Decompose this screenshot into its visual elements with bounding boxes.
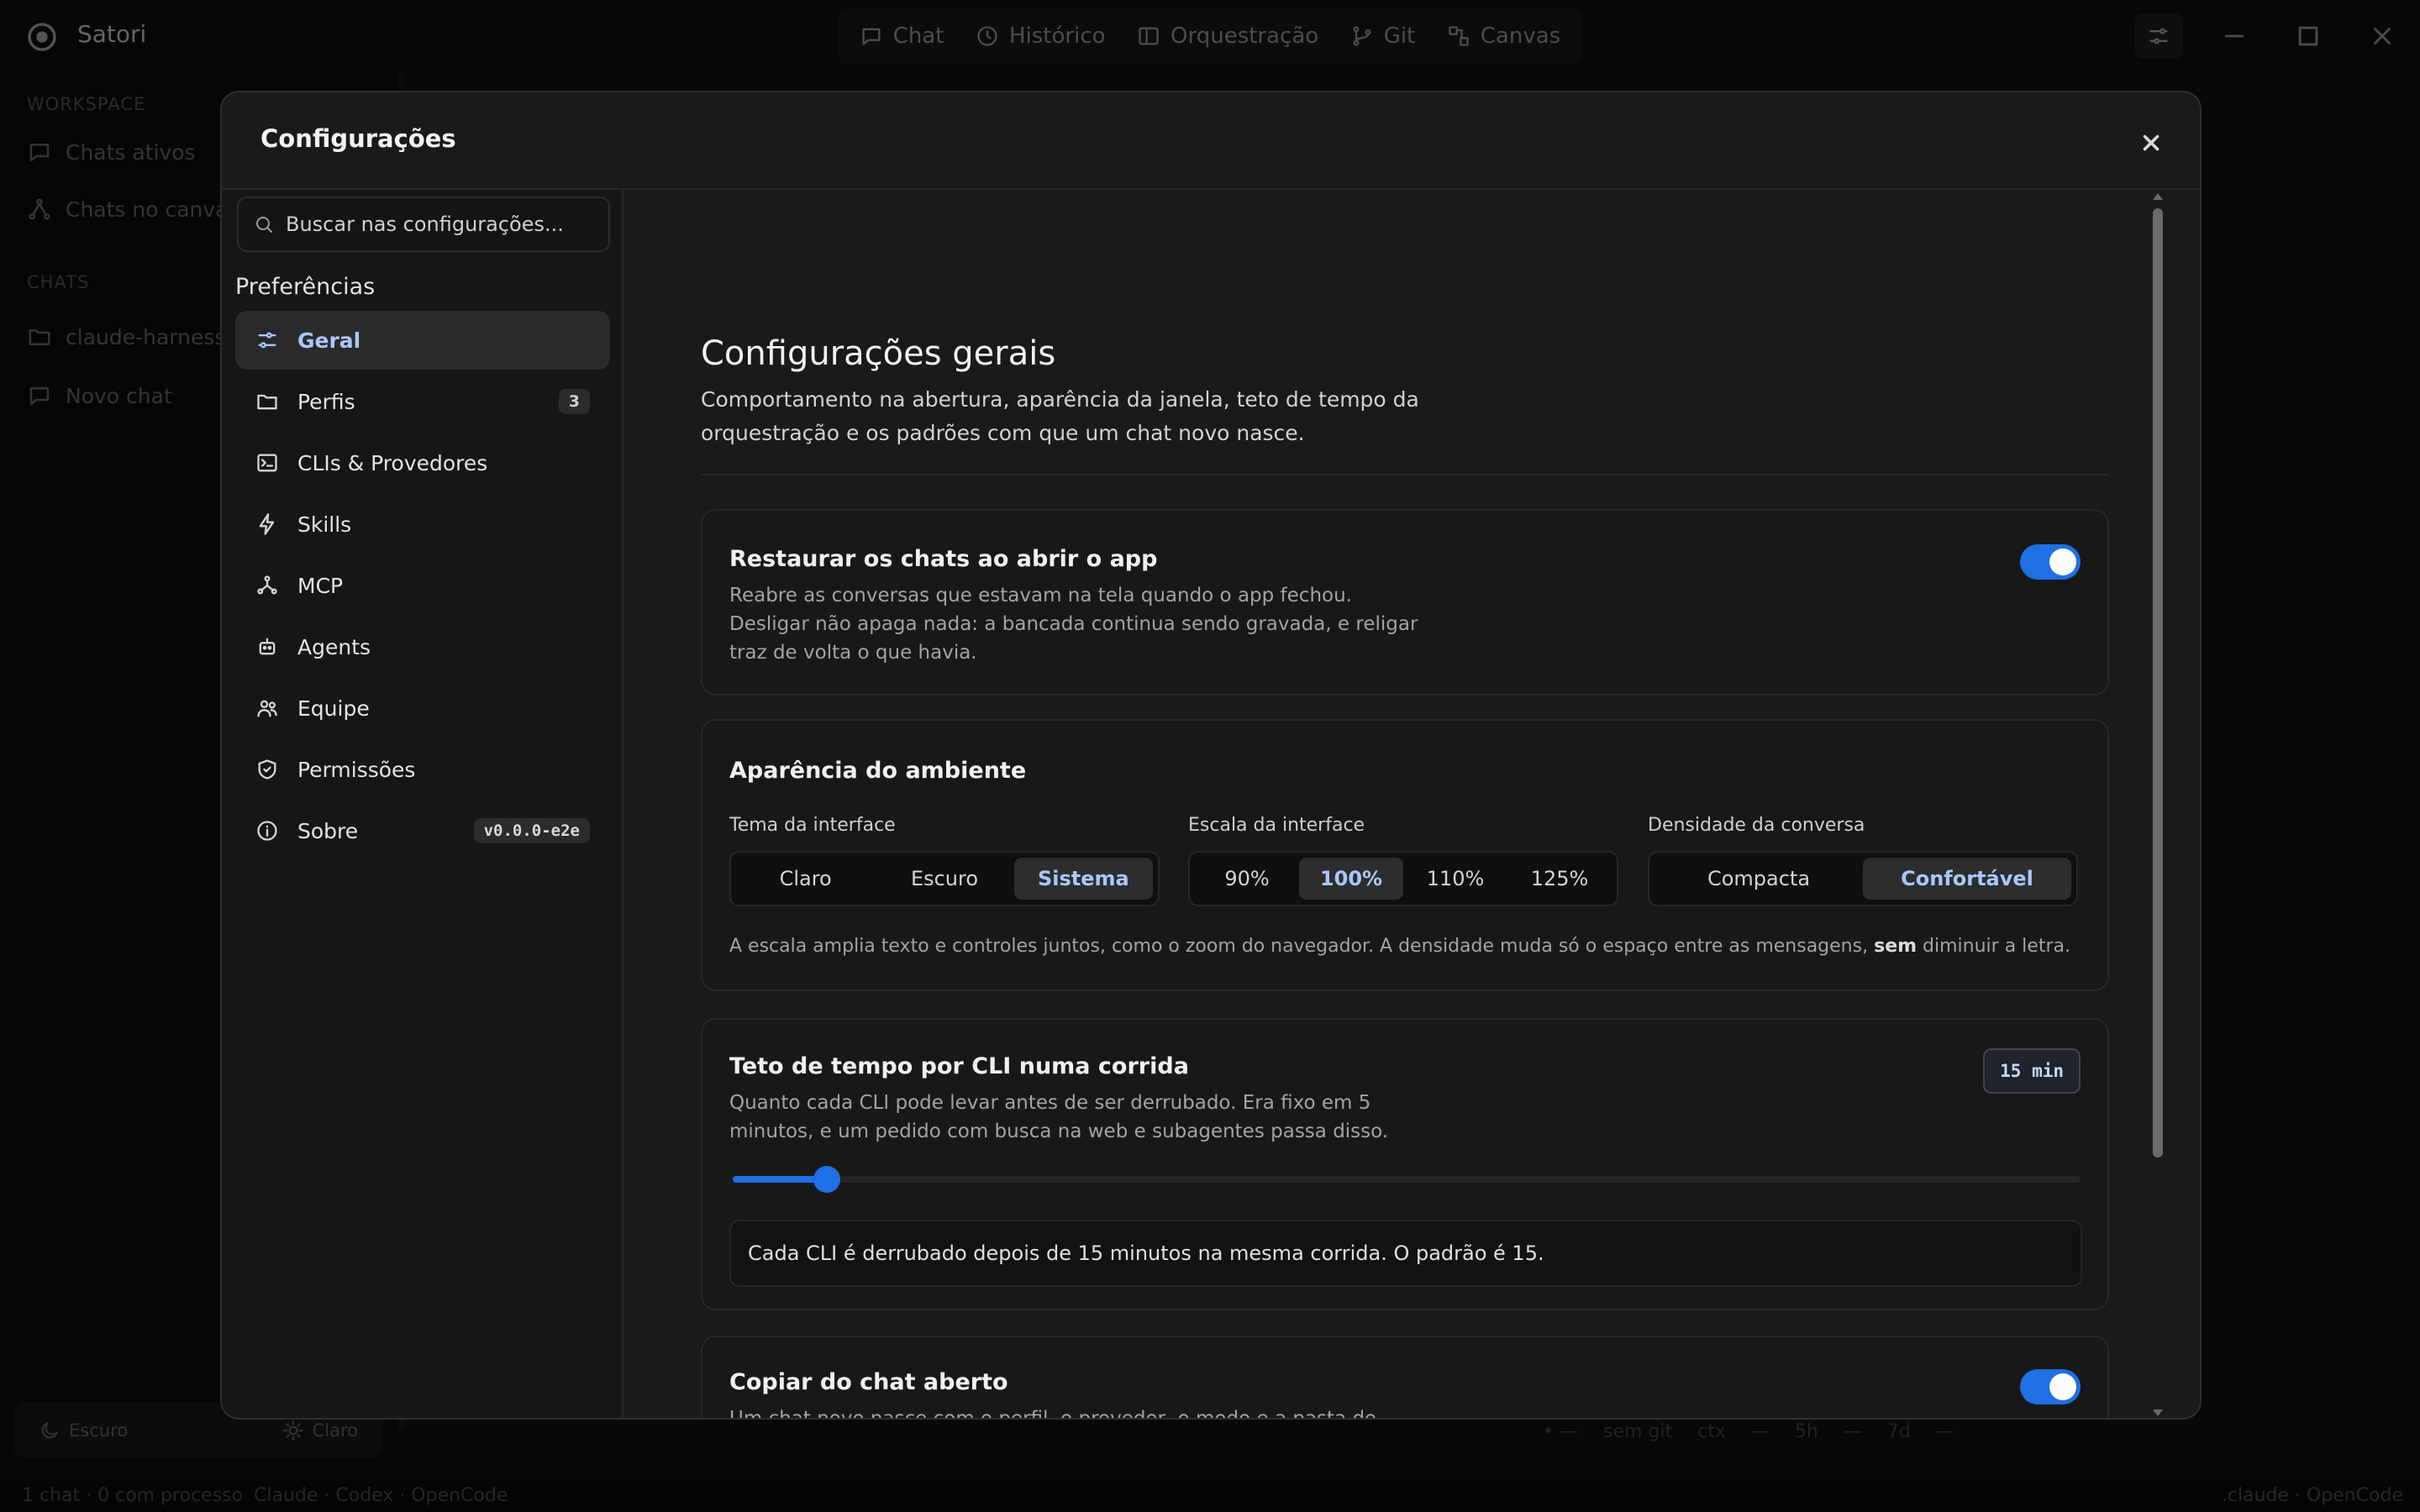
search-input[interactable] <box>286 213 588 236</box>
nav-item-label: Permissões <box>297 757 416 782</box>
density-option-comfortable[interactable]: Confortável <box>1863 858 2071 900</box>
toggle-knob <box>2049 1373 2076 1400</box>
scroll-up-icon[interactable] <box>2153 193 2163 200</box>
density-segmented-control: Compacta Confortável <box>1648 851 2078 906</box>
users-icon <box>257 700 277 717</box>
nav-item-profiles[interactable]: Perfis 3 <box>235 372 610 431</box>
nav-item-general[interactable]: Geral <box>235 311 610 370</box>
scale-option-90[interactable]: 90% <box>1195 858 1299 900</box>
card-title: Aparência do ambiente <box>729 758 1027 784</box>
note-text: A escala amplia texto e controles juntos… <box>729 936 1869 957</box>
nav-item-permissions[interactable]: Permissões <box>235 740 610 799</box>
robot-icon <box>259 638 276 655</box>
scroll-down-icon[interactable] <box>2153 1410 2163 1416</box>
scale-segmented-control: 90% 100% 110% 125% <box>1188 851 1618 906</box>
cli-timeout-card: Teto de tempo por CLI numa corrida Quant… <box>701 1018 2109 1310</box>
shield-icon <box>258 759 276 780</box>
card-title: Restaurar os chats ao abrir o app <box>729 546 1158 572</box>
close-icon[interactable] <box>2136 128 2166 158</box>
scale-label: Escala da interface <box>1188 815 1365 836</box>
scale-option-125[interactable]: 125% <box>1507 858 1612 900</box>
settings-content: Configurações gerais Comportamento na ab… <box>625 190 2180 1420</box>
timeout-info: Cada CLI é derrubado depois de 15 minuto… <box>729 1220 2082 1287</box>
card-title: Teto de tempo por CLI numa corrida <box>729 1053 1189 1079</box>
nav-item-skills[interactable]: Skills <box>235 495 610 554</box>
density-option-compact[interactable]: Compacta <box>1655 858 1863 900</box>
theme-segmented-control: Claro Escuro Sistema <box>729 851 1160 906</box>
search-icon <box>256 217 272 233</box>
nav-item-label: CLIs & Provedores <box>297 450 488 475</box>
restore-chats-card: Restaurar os chats ao abrir o app Reabre… <box>701 509 2109 696</box>
content-scrollbar[interactable] <box>2149 190 2168 1418</box>
terminal-icon <box>257 454 277 472</box>
scroll-thumb[interactable] <box>2153 208 2163 1158</box>
nav-item-label: Equipe <box>297 696 370 721</box>
count-badge: 3 <box>558 389 590 414</box>
card-description: Reabre as conversas que estavam na tela … <box>729 585 1418 664</box>
version-badge: v0.0.0-e2e <box>473 818 590 843</box>
page-title: Configurações gerais <box>701 334 1056 373</box>
folder-icon <box>257 394 277 410</box>
card-description: Um chat novo nasce com o perfil, o prove… <box>729 1408 1377 1420</box>
timeout-slider[interactable] <box>733 1166 2081 1193</box>
network-icon <box>257 575 277 595</box>
nav-item-team[interactable]: Equipe <box>235 679 610 738</box>
density-group: Densidade da conversa Compacta Confortáv… <box>1648 815 2078 906</box>
scale-option-100[interactable]: 100% <box>1299 858 1403 900</box>
bolt-icon <box>259 513 275 535</box>
theme-option-light[interactable]: Claro <box>736 858 875 900</box>
theme-group: Tema da interface Claro Escuro Sistema <box>729 815 1160 906</box>
settings-dialog: Configurações Preferências Geral Perfis … <box>220 91 2202 1420</box>
nav-item-mcp[interactable]: MCP <box>235 556 610 615</box>
nav-item-about[interactable]: Sobre v0.0.0-e2e <box>235 801 610 860</box>
dialog-title: Configurações <box>260 124 456 153</box>
page-divider <box>701 474 2109 475</box>
copy-open-chat-card: Copiar do chat aberto Um chat novo nasce… <box>701 1336 2109 1420</box>
page-description: Comportamento na abertura, aparência da … <box>701 387 1419 445</box>
copy-chat-toggle[interactable] <box>2020 1369 2081 1404</box>
timeout-value-badge: 15 min <box>1983 1048 2081 1094</box>
theme-option-dark[interactable]: Escuro <box>875 858 1013 900</box>
theme-option-system[interactable]: Sistema <box>1013 858 1153 900</box>
toggle-knob <box>2049 549 2076 575</box>
note-emphasis: sem <box>1874 936 1918 957</box>
density-label: Densidade da conversa <box>1648 815 1865 836</box>
appearance-card: Aparência do ambiente Tema da interface … <box>701 719 2109 991</box>
info-icon <box>257 821 277 841</box>
nav-item-label: Agents <box>297 634 371 659</box>
card-description: Quanto cada CLI pode levar antes de ser … <box>729 1092 1389 1142</box>
nav-item-label: Sobre <box>297 818 359 843</box>
nav-item-label: Skills <box>297 512 352 537</box>
note-text-end: diminuir a letra. <box>1923 936 2070 957</box>
appearance-note: A escala amplia texto e controles juntos… <box>729 936 2070 957</box>
settings-nav-list: Geral Perfis 3 CLIs & Provedores Skills … <box>235 311 610 863</box>
slider-thumb[interactable] <box>813 1166 840 1193</box>
restore-chats-toggle[interactable] <box>2020 544 2081 580</box>
nav-item-clis[interactable]: CLIs & Provedores <box>235 433 610 492</box>
sliders-icon <box>258 332 276 349</box>
card-title: Copiar do chat aberto <box>729 1369 1008 1395</box>
scale-group: Escala da interface 90% 100% 110% 125% <box>1188 815 1618 906</box>
scale-option-110[interactable]: 110% <box>1403 858 1507 900</box>
settings-search[interactable] <box>237 197 610 252</box>
preferences-label: Preferências <box>235 274 376 300</box>
nav-item-label: Geral <box>297 328 361 353</box>
nav-item-label: Perfis <box>297 389 355 414</box>
nav-item-label: MCP <box>297 573 344 598</box>
nav-item-agents[interactable]: Agents <box>235 617 610 676</box>
theme-label: Tema da interface <box>729 815 896 836</box>
